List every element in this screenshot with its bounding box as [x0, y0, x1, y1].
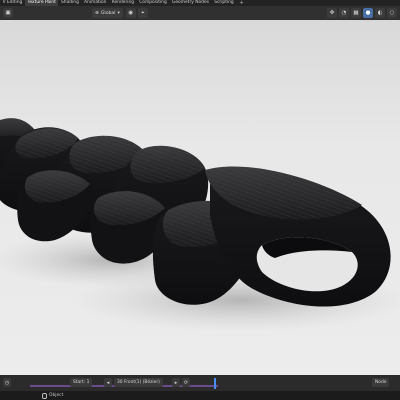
playhead[interactable] [214, 378, 216, 389]
timeline[interactable]: ◷ Start: 1 ◂ 30 Front(1) (Bézier) ▸ ⟳ No… [0, 375, 400, 391]
cube-icon: ▣ [5, 10, 11, 16]
view-label-field[interactable]: 30 Front(1) (Bézier) [114, 378, 163, 387]
jump-back-icon: ◂ [106, 379, 110, 386]
xray-toggle-button[interactable]: ▦ [351, 8, 361, 18]
play-button[interactable]: ▸ [172, 378, 180, 387]
viewport-render [0, 20, 400, 375]
chevron-down-icon: ▾ [117, 10, 120, 16]
material-shading-button[interactable]: ◐ [375, 8, 385, 18]
transform-orientation-dropdown[interactable]: ⊕ Global ▾ [92, 8, 123, 18]
3d-viewport[interactable] [0, 20, 400, 375]
keying-label: Node [375, 380, 387, 385]
overlay-toggle-button[interactable]: ◔ [339, 8, 349, 18]
play-icon: ▸ [174, 379, 178, 386]
overlay-icon: ◔ [341, 10, 347, 16]
material-sphere-icon: ◐ [377, 10, 383, 16]
status-object-label: Object [49, 393, 64, 398]
frame-start-label: Start: 1 [73, 380, 90, 385]
loop-button[interactable]: ⟳ [182, 378, 190, 387]
loop-icon: ⟳ [183, 379, 189, 386]
keyframe-prev-button[interactable]: ◂ [104, 378, 112, 387]
solid-sphere-icon: ● [365, 10, 371, 16]
gizmo-toggle-button[interactable]: ✥ [327, 8, 337, 18]
orientation-label: Global [100, 10, 116, 16]
solid-shading-button[interactable]: ● [363, 8, 373, 18]
arrows-icon: ✥ [329, 10, 335, 16]
keying-dropdown[interactable]: Node [372, 378, 390, 387]
frame-start-field[interactable]: Start: 1 [70, 378, 93, 387]
clock-icon: ◷ [4, 379, 10, 386]
rendered-shading-button[interactable]: ○ [387, 8, 397, 18]
orientation-icon: ⊕ [95, 10, 99, 16]
snap-button[interactable]: ⌖ [137, 8, 148, 18]
status-bar: Object [0, 391, 400, 400]
bottom-area: ◷ Start: 1 ◂ 30 Front(1) (Bézier) ▸ ⟳ No… [0, 375, 400, 400]
pivot-icon: ◉ [128, 10, 134, 16]
view-label: 30 Front(1) (Bézier) [117, 380, 160, 385]
xray-icon: ▦ [353, 10, 359, 16]
viewport-header: ▣ ⊕ Global ▾ ◉ ⌖ ✥ ◔ ▦ ● ◐ ○ [0, 6, 400, 20]
status-object-hint: Object [42, 392, 64, 399]
pivot-button[interactable]: ◉ [125, 8, 136, 18]
editor-type-button[interactable]: ▣ [3, 8, 13, 18]
magnet-icon: ⌖ [141, 9, 145, 16]
rendered-sphere-icon: ○ [389, 10, 395, 16]
timeline-editor-button[interactable]: ◷ [3, 378, 11, 387]
mouse-icon [42, 392, 47, 399]
